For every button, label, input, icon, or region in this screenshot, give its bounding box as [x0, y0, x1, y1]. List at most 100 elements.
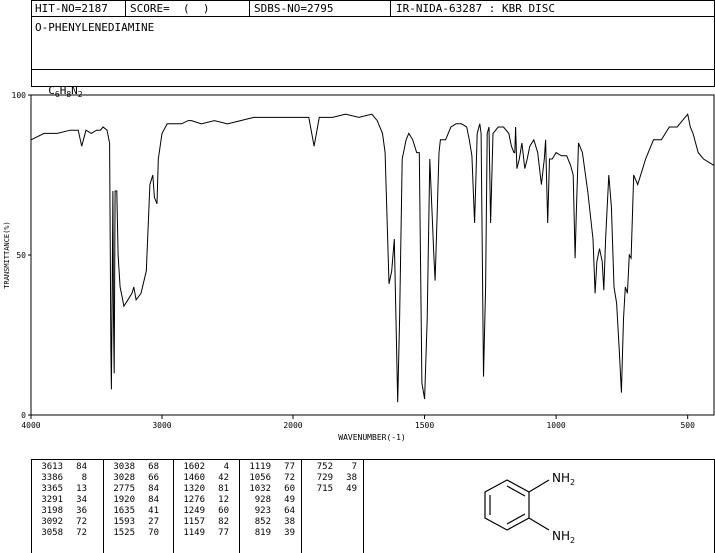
method: IR-NIDA-63287 : KBR DISC	[396, 2, 555, 15]
peak-wavenumber: 3092	[41, 517, 63, 527]
peak-row: 715 49	[303, 484, 359, 495]
peak-transmittance: 27	[148, 517, 159, 527]
amine-bottom-h: H	[561, 529, 570, 543]
peak-transmittance: 82	[218, 517, 229, 527]
peak-transmittance: 8	[81, 473, 87, 483]
peak-wavenumber: 3386	[41, 473, 63, 483]
x-ticks: 4000 3000 2000 1500 1000 500	[21, 415, 695, 430]
peak-transmittance: 49	[284, 495, 295, 505]
peak-wavenumber: 923	[254, 506, 271, 516]
y-axis-label: TRANSMITTANCE(%)	[3, 221, 11, 288]
peak-transmittance: 38	[346, 473, 357, 483]
peak-row: 3386 8	[33, 473, 89, 484]
peak-transmittance: 81	[218, 484, 229, 494]
peak-transmittance: 38	[284, 517, 295, 527]
x-tick-label: 2000	[283, 421, 302, 430]
amine-top-n: N	[552, 471, 561, 485]
peak-wavenumber: 1056	[249, 473, 271, 483]
peak-wavenumber: 3613	[41, 462, 63, 472]
peak-wavenumber: 3058	[41, 528, 63, 538]
peak-column: 3613 84 3386 8 3365 13 3291 34 3198 36 3092 72 3058 7…	[31, 459, 104, 553]
peak-row: 1157 82	[175, 517, 231, 528]
peak-transmittance: 34	[76, 495, 87, 505]
peak-column: 3038 68 3028 66 2775 84 1920 84 1635 41 1593 27 1525…	[103, 459, 174, 553]
peak-column: 752 7 729 38 715 49	[301, 459, 364, 553]
peak-row: 1119 77	[241, 462, 297, 473]
peak-row: 1320 81	[175, 484, 231, 495]
peak-row: 3291 34	[33, 495, 89, 506]
hit-number: HIT-NO=2187	[35, 2, 108, 15]
peak-row: 3365 13	[33, 484, 89, 495]
peak-wavenumber: 928	[254, 495, 271, 505]
y-tick-label: 0	[21, 411, 26, 420]
peak-transmittance: 72	[284, 473, 295, 483]
peak-transmittance: 4	[223, 462, 229, 472]
peak-row: 852 38	[241, 517, 297, 528]
bond-nh2-bottom	[528, 517, 550, 531]
peak-row: 2775 84	[105, 484, 161, 495]
peak-column: 1119 77 1056 72 1032 60 928 49 923 64 852 38 819 39	[239, 459, 302, 553]
peak-row: 1056 72	[241, 473, 297, 484]
peak-wavenumber: 1920	[113, 495, 135, 505]
peak-wavenumber: 3038	[113, 462, 135, 472]
peak-column: 1602 4 1460 42 1320 81 1276 12 1249 60 1157 82 1149 7…	[173, 459, 240, 553]
peak-transmittance: 84	[148, 484, 159, 494]
peak-row: 923 64	[241, 506, 297, 517]
peak-transmittance: 41	[148, 506, 159, 516]
peak-wavenumber: 1149	[183, 528, 205, 538]
peak-row: 1460 42	[175, 473, 231, 484]
bond-nh2-top	[528, 479, 550, 493]
peak-wavenumber: 2775	[113, 484, 135, 494]
score: SCORE= ( )	[130, 2, 210, 15]
x-axis-label: WAVENUMBER(-1)	[338, 433, 405, 442]
header-divider-2	[249, 0, 250, 17]
peak-wavenumber: 852	[254, 517, 271, 527]
peak-wavenumber: 1249	[183, 506, 205, 516]
peak-wavenumber: 715	[316, 484, 333, 494]
peak-wavenumber: 3365	[41, 484, 63, 494]
x-tick-label: 4000	[21, 421, 40, 430]
peak-wavenumber: 1635	[113, 506, 135, 516]
amine-top-h: H	[561, 471, 570, 485]
peak-transmittance: 77	[218, 528, 229, 538]
peak-wavenumber: 3198	[41, 506, 63, 516]
peak-row: 3613 84	[33, 462, 89, 473]
formula-box	[31, 69, 715, 87]
y-tick-label: 100	[12, 91, 27, 100]
peak-transmittance: 77	[284, 462, 295, 472]
peak-row: 928 49	[241, 495, 297, 506]
y-tick-label: 50	[16, 251, 26, 260]
peak-row: 3028 66	[105, 473, 161, 484]
x-tick-label: 3000	[152, 421, 171, 430]
peak-transmittance: 36	[76, 506, 87, 516]
peak-transmittance: 72	[76, 517, 87, 527]
header-divider-3	[390, 0, 391, 17]
ir-spectrum-chart: 0 50 100 4000 3000 2000 1500 1000 500 WAVENUMBE…	[3, 91, 715, 442]
peak-transmittance: 13	[76, 484, 87, 494]
benzene-ring	[484, 479, 550, 531]
peak-wavenumber: 1157	[183, 517, 205, 527]
peak-transmittance: 12	[218, 495, 229, 505]
peak-row: 1149 77	[175, 528, 231, 539]
peak-row: 3058 72	[33, 528, 89, 539]
peak-transmittance: 60	[218, 506, 229, 516]
peak-row: 752 7	[303, 462, 359, 473]
peak-transmittance: 39	[284, 528, 295, 538]
peak-row: 1920 84	[105, 495, 161, 506]
sdbs-number: SDBS-NO=2795	[254, 2, 334, 15]
peak-transmittance: 68	[148, 462, 159, 472]
series-line-transmittance	[30, 113, 715, 403]
peak-transmittance: 49	[346, 484, 357, 494]
peak-wavenumber: 729	[316, 473, 333, 483]
x-tick-label: 1500	[415, 421, 434, 430]
peak-row: 3038 68	[105, 462, 161, 473]
amine-bottom-n: N	[552, 529, 561, 543]
peak-row: 819 39	[241, 528, 297, 539]
peak-transmittance: 60	[284, 484, 295, 494]
peak-row: 1593 27	[105, 517, 161, 528]
peak-transmittance: 70	[148, 528, 159, 538]
header-divider-1	[125, 0, 126, 17]
amine-top-sub: 2	[570, 478, 575, 487]
peak-wavenumber: 819	[254, 528, 271, 538]
x-tick-label: 1000	[546, 421, 565, 430]
